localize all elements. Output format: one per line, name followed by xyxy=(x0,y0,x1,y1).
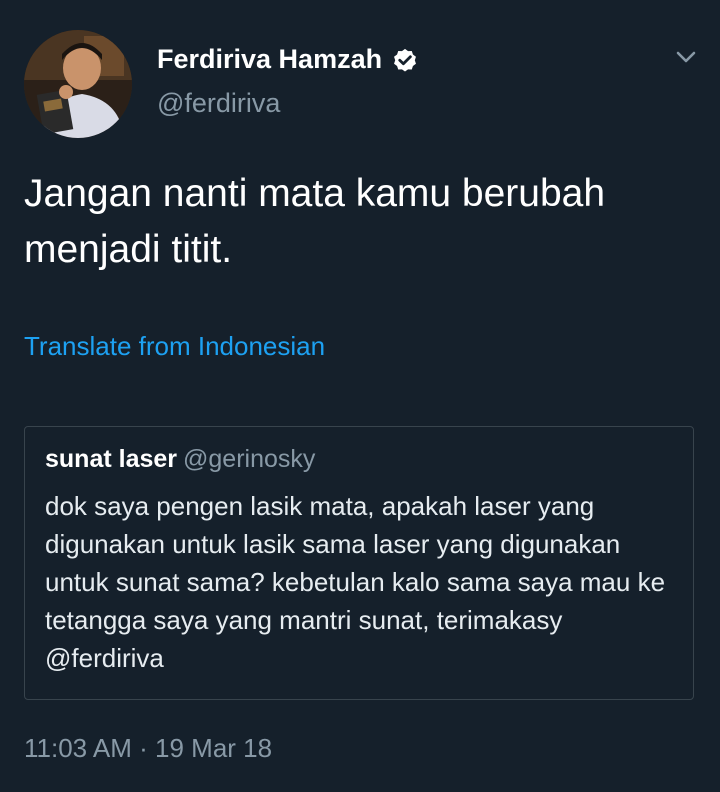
author-handle[interactable]: @ferdiriva xyxy=(157,88,280,119)
author-name-text: Ferdiriva Hamzah xyxy=(157,44,383,74)
quoted-tweet-text: dok saya pengen lasik mata, apakah laser… xyxy=(45,491,666,673)
verified-badge-icon xyxy=(394,48,417,72)
tweet-text: Jangan nanti mata kamu berubah menjadi t… xyxy=(24,172,606,271)
quoted-tweet-header: sunat laser @gerinosky xyxy=(45,445,315,474)
quoted-author-name: sunat laser xyxy=(45,445,178,473)
quoted-tweet[interactable]: sunat laser @gerinosky dok saya pengen la… xyxy=(24,426,694,700)
author-name[interactable]: Ferdiriva Hamzah xyxy=(157,44,419,75)
avatar-photo-icon xyxy=(24,30,132,138)
avatar[interactable] xyxy=(24,30,132,138)
quoted-author-handle: @gerinosky xyxy=(183,445,316,473)
translate-link[interactable]: Translate from Indonesian xyxy=(24,331,325,362)
tweet-card: Ferdiriva Hamzah @ferdiriva Jangan nanti… xyxy=(0,0,720,792)
chevron-down-icon[interactable] xyxy=(672,46,700,68)
tweet-timestamp[interactable]: 11:03 AM · 19 Mar 18 xyxy=(24,733,272,764)
